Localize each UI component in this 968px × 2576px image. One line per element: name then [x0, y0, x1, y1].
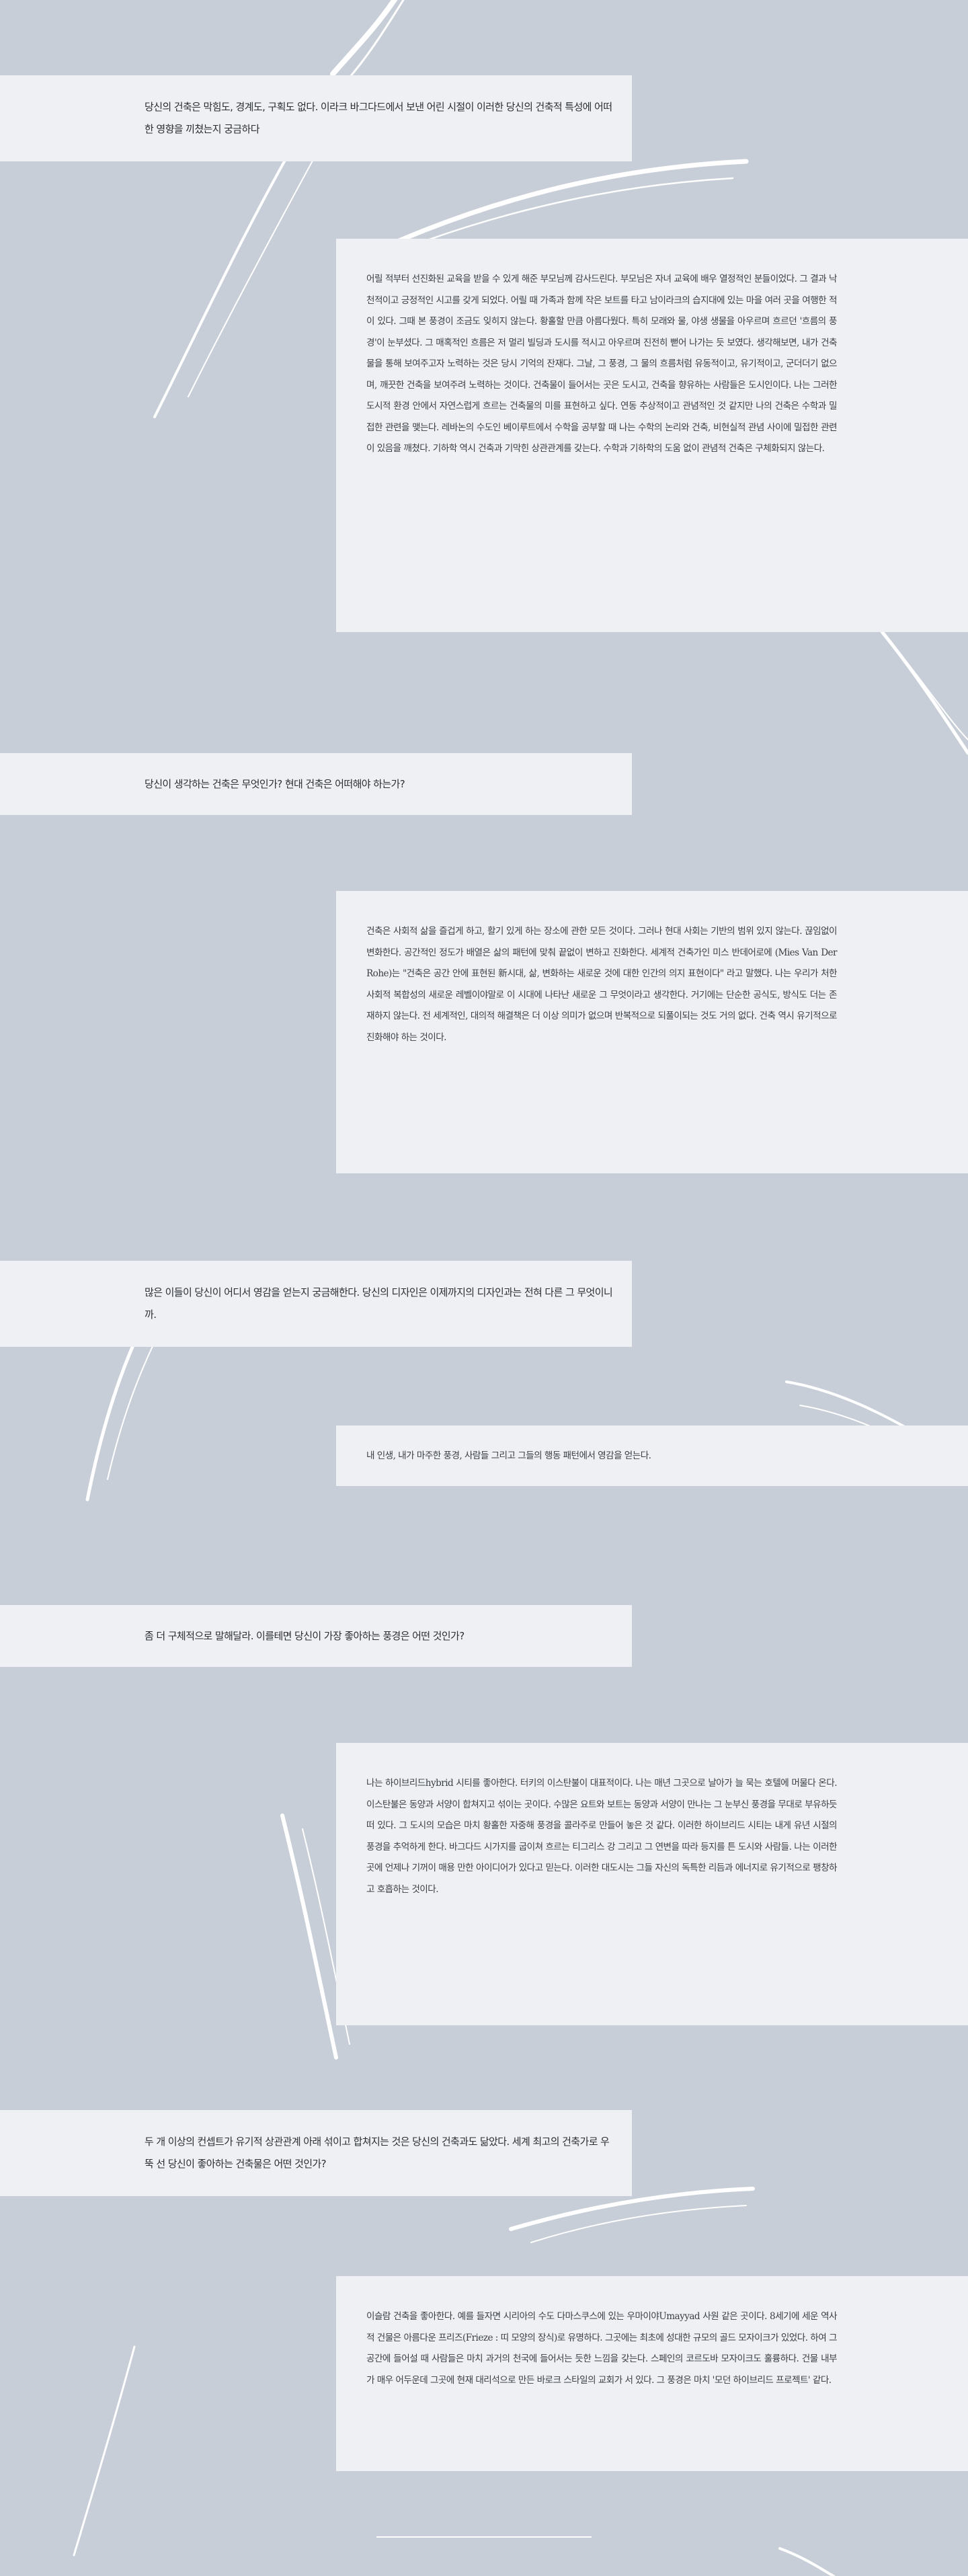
answer-block-5: 이슬람 건축을 좋아한다. 예를 들자면 시리아의 수도 다마스쿠스에 있는 우… [336, 2276, 968, 2471]
question-block-3: 많은 이들이 당신이 어디서 영감을 얻는지 궁금해한다. 당신의 디자인은 이… [0, 1261, 632, 1347]
brush-stroke-right-5 [778, 2547, 835, 2576]
question-text: 좀 더 구체적으로 말해달라. 이를테면 당신이 가장 좋아하는 풍경은 어떤 … [145, 1629, 465, 1642]
brush-stroke-diag-1-thin [188, 154, 317, 397]
footer-divider [376, 2536, 592, 2538]
brush-stroke-diag-1 [153, 140, 297, 418]
brush-stroke-left-4 [73, 2345, 136, 2557]
answer-text: 나는 하이브리드hybrid 시티를 좋아한다. 터키의 이스탄불이 대표적이다… [366, 1778, 838, 1895]
question-block-5: 두 개 이상의 컨셉트가 유기적 상관관계 아래 섞이고 합쳐지는 것은 당신의… [0, 2110, 632, 2196]
question-block-4: 좀 더 구체적으로 말해달라. 이를테면 당신이 가장 좋아하는 풍경은 어떤 … [0, 1605, 632, 1667]
question-text: 많은 이들이 당신이 어디서 영감을 얻는지 궁금해한다. 당신의 디자인은 이… [145, 1286, 613, 1321]
brush-stroke-mid-3 [280, 1813, 338, 2060]
question-text: 당신이 생각하는 건축은 무엇인가? 현대 건축은 어떠해야 하는가? [145, 777, 405, 790]
answer-text: 이슬람 건축을 좋아한다. 예를 들자면 시리아의 수도 다마스쿠스에 있는 우… [366, 2311, 838, 2386]
question-block-1: 당신의 건축은 막힘도, 경계도, 구획도 없다. 이라크 바그다드에서 보낸 … [0, 75, 632, 161]
brush-stroke-arc-4-thin [530, 2205, 747, 2243]
brush-stroke-top-left-thin [348, 0, 405, 79]
question-text: 두 개 이상의 컨셉트가 유기적 상관관계 아래 섞이고 합쳐지는 것은 당신의… [145, 2136, 610, 2170]
brush-stroke-top-left [330, 0, 398, 77]
answer-block-1: 어릴 적부터 선진화된 교육을 받을 수 있게 해준 부모님께 감사드린다. 부… [336, 239, 968, 632]
answer-block-3: 내 인생, 내가 마주한 풍경, 사람들 그리고 그들의 행동 패턴에서 영감을… [336, 1426, 968, 1486]
answer-block-2: 건축은 사회적 삶을 즐겁게 하고, 활기 있게 하는 장소에 관한 모든 것이… [336, 891, 968, 1173]
answer-block-4: 나는 하이브리드hybrid 시티를 좋아한다. 터키의 이스탄불이 대표적이다… [336, 1743, 968, 2025]
question-block-2: 당신이 생각하는 건축은 무엇인가? 현대 건축은 어떠해야 하는가? [0, 753, 632, 815]
question-text: 당신의 건축은 막힘도, 경계도, 구획도 없다. 이라크 바그다드에서 보낸 … [145, 101, 612, 135]
answer-text: 내 인생, 내가 마주한 풍경, 사람들 그리고 그들의 행동 패턴에서 영감을… [366, 1450, 651, 1461]
answer-text: 건축은 사회적 삶을 즐겁게 하고, 활기 있게 하는 장소에 관한 모든 것이… [366, 926, 838, 1043]
answer-text: 어릴 적부터 선진화된 교육을 받을 수 있게 해준 부모님께 감사드린다. 부… [366, 274, 838, 454]
